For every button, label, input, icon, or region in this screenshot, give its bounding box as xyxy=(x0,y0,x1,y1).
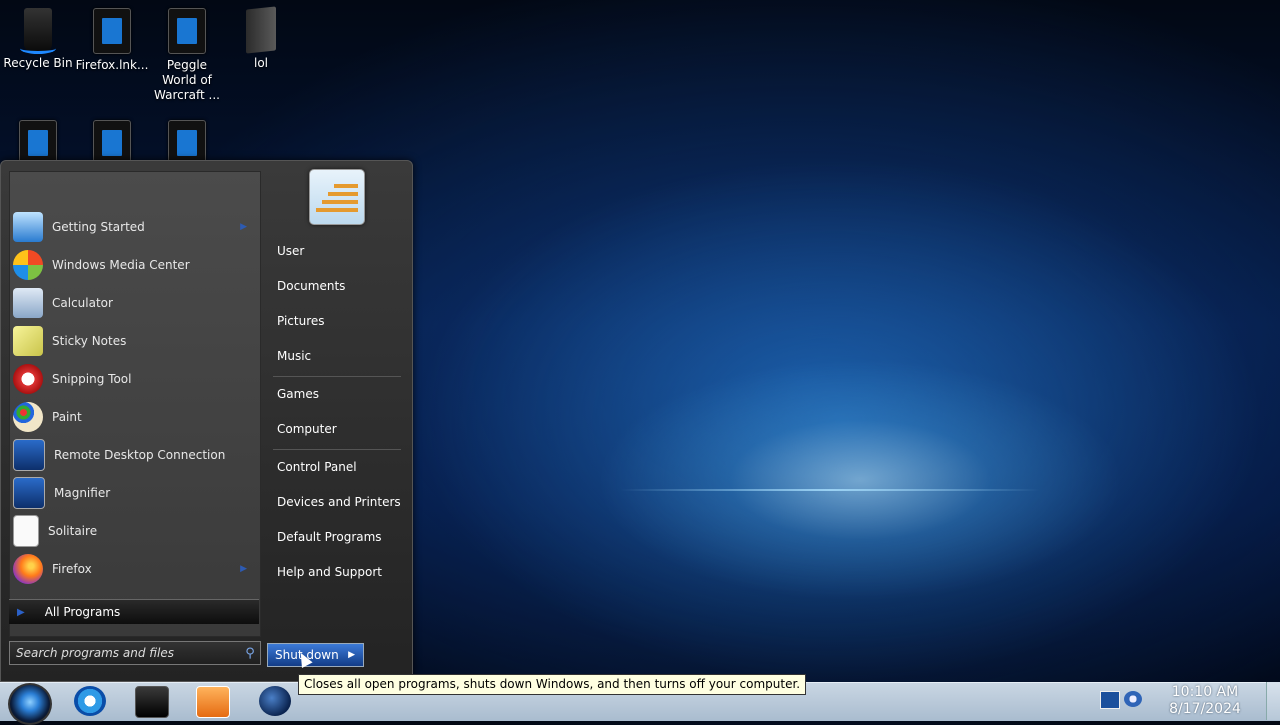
folder-icon xyxy=(246,6,276,54)
start-item-label: Devices and Printers xyxy=(277,495,401,509)
submenu-arrow-icon: ▶ xyxy=(240,564,247,574)
user-picture[interactable] xyxy=(309,169,365,225)
internet-explorer-icon[interactable] xyxy=(74,686,106,716)
shortcut-file-icon xyxy=(93,8,131,54)
media-player-icon[interactable] xyxy=(196,686,230,718)
start-item-label: Computer xyxy=(277,422,337,436)
desktop-icon-recycle-bin[interactable]: Recycle Bin xyxy=(0,0,76,71)
desktop-icon-label: Firefox.lnk... xyxy=(75,58,149,72)
menu-separator xyxy=(273,376,401,377)
clock-date: 8/17/2024 xyxy=(1169,701,1241,717)
program-calculator[interactable]: Calculator xyxy=(11,285,257,321)
start-button[interactable] xyxy=(8,683,52,725)
network-icon[interactable] xyxy=(1100,691,1120,709)
shortcut-file-icon xyxy=(168,8,206,54)
program-label: Getting Started xyxy=(52,220,145,234)
program-label: Windows Media Center xyxy=(52,258,190,272)
clock-time: 10:10 AM xyxy=(1171,684,1239,700)
start-item-devices-printers[interactable]: Devices and Printers xyxy=(269,488,405,516)
start-item-user[interactable]: User xyxy=(269,237,405,265)
solitaire-icon xyxy=(13,515,39,547)
program-firefox[interactable]: Firefox ▶ xyxy=(11,551,257,587)
recycle-bin-icon xyxy=(20,8,56,54)
start-item-help-support[interactable]: Help and Support xyxy=(269,558,405,586)
clock[interactable]: 10:10 AM 8/17/2024 xyxy=(1150,684,1260,718)
windows-media-center-icon xyxy=(13,250,43,280)
start-item-label: User xyxy=(277,244,305,258)
all-programs-button[interactable]: ▶ All Programs xyxy=(9,599,259,624)
search-icon[interactable]: ⚲ xyxy=(240,646,260,661)
submenu-arrow-icon: ▶ xyxy=(240,222,247,232)
program-magnifier[interactable]: Magnifier xyxy=(11,475,257,511)
start-item-default-programs[interactable]: Default Programs xyxy=(269,523,405,551)
start-item-pictures[interactable]: Pictures xyxy=(269,307,405,335)
stair-decoration xyxy=(328,192,358,196)
arrow-right-icon: ▶ xyxy=(17,606,25,618)
start-item-label: Documents xyxy=(277,279,346,293)
desktop-icon-lol[interactable]: lol xyxy=(223,0,299,71)
wallpaper-glow xyxy=(620,489,1040,491)
sticky-notes-icon xyxy=(13,326,43,356)
start-item-label: Pictures xyxy=(277,314,325,328)
getting-started-icon xyxy=(13,212,43,242)
desktop-icon-label: Peggle World of Warcraft ... xyxy=(154,58,220,102)
start-item-label: Games xyxy=(277,387,319,401)
start-item-label: Help and Support xyxy=(277,565,382,579)
program-label: Remote Desktop Connection xyxy=(54,448,226,462)
program-paint[interactable]: Paint xyxy=(11,399,257,435)
program-remote-desktop[interactable]: Remote Desktop Connection xyxy=(11,437,257,473)
stair-decoration xyxy=(334,184,358,188)
search-box[interactable]: ⚲ xyxy=(9,641,261,665)
program-label: Sticky Notes xyxy=(52,334,127,348)
start-item-games[interactable]: Games xyxy=(269,380,405,408)
program-label: Paint xyxy=(52,410,82,424)
program-snipping-tool[interactable]: Snipping Tool xyxy=(11,361,257,397)
start-item-music[interactable]: Music xyxy=(269,342,405,370)
program-getting-started[interactable]: Getting Started ▶ xyxy=(11,209,257,245)
desktop-icon-peggle[interactable]: Peggle World of Warcraft ... xyxy=(149,0,225,103)
all-programs-label: All Programs xyxy=(44,605,121,619)
start-menu: Getting Started ▶ Windows Media Center C… xyxy=(0,160,413,682)
remote-desktop-icon xyxy=(13,439,45,471)
paint-icon xyxy=(13,402,43,432)
desktop-icon-firefox-lnk[interactable]: Firefox.lnk... xyxy=(74,0,150,73)
calculator-icon xyxy=(13,288,43,318)
start-item-documents[interactable]: Documents xyxy=(269,272,405,300)
program-label: Snipping Tool xyxy=(52,372,132,386)
desktop-icon-label: Recycle Bin xyxy=(3,56,73,70)
show-desktop-button[interactable] xyxy=(1266,682,1280,720)
menu-separator xyxy=(273,449,401,450)
start-item-computer[interactable]: Computer xyxy=(269,415,405,443)
start-item-label: Music xyxy=(277,349,312,363)
magnifier-icon xyxy=(13,477,45,509)
program-solitaire[interactable]: Solitaire xyxy=(11,513,257,549)
stair-decoration xyxy=(316,208,358,212)
program-label: Firefox xyxy=(52,562,92,576)
shutdown-tooltip: Closes all open programs, shuts down Win… xyxy=(298,674,807,695)
shutdown-options-arrow-icon[interactable]: ▶ xyxy=(348,650,355,660)
globe-icon[interactable] xyxy=(259,686,291,716)
program-label: Solitaire xyxy=(48,524,98,538)
firefox-icon xyxy=(13,554,43,584)
volume-icon[interactable] xyxy=(1124,691,1142,707)
search-input[interactable] xyxy=(10,645,240,661)
start-item-control-panel[interactable]: Control Panel xyxy=(269,453,405,481)
stair-decoration xyxy=(322,200,358,204)
program-label: Magnifier xyxy=(54,486,111,500)
snipping-tool-icon xyxy=(13,364,43,394)
desktop-icon-label: lol xyxy=(253,56,268,70)
shutdown-button[interactable]: Shut down ▶ xyxy=(267,643,364,667)
program-windows-media-center[interactable]: Windows Media Center xyxy=(11,247,257,283)
terminal-icon[interactable] xyxy=(135,686,169,718)
program-label: Calculator xyxy=(52,296,113,310)
start-item-label: Control Panel xyxy=(277,460,357,474)
start-item-label: Default Programs xyxy=(277,530,382,544)
program-sticky-notes[interactable]: Sticky Notes xyxy=(11,323,257,359)
